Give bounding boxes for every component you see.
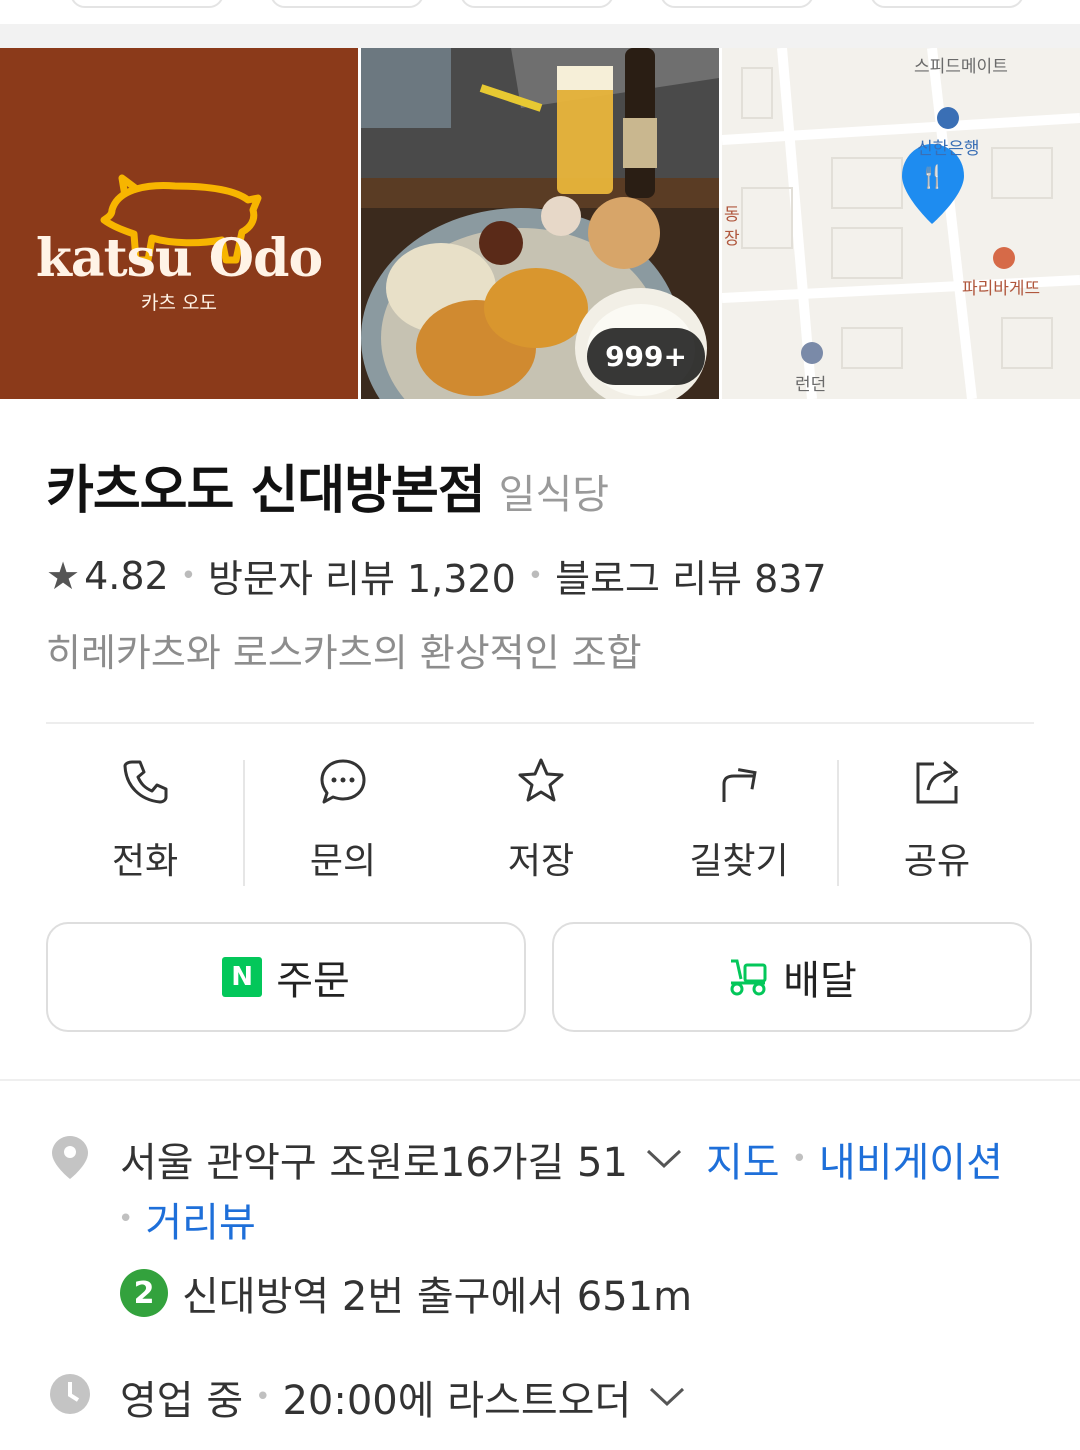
separator-dot: • — [180, 560, 197, 591]
photo-strip: katsu Odo 카츠 오도 999+ 🍴 스피드메이트 신한은행 파리바게뜨… — [0, 48, 1080, 399]
rating-row: ★ 4.82 • 방문자 리뷰 1,320 • 블로그 리뷰 837 — [46, 548, 827, 603]
directions-icon — [722, 768, 757, 802]
clock-icon — [50, 1374, 90, 1414]
blog-reviews-link[interactable]: 블로그 리뷰 837 — [555, 548, 827, 603]
top-tab-strip — [0, 0, 1080, 25]
delivery-scooter-icon — [730, 959, 767, 996]
share-label: 공유 — [903, 841, 971, 882]
share-button[interactable]: 공유 — [838, 742, 1036, 892]
logo-wordmark: katsu Odo — [35, 228, 323, 289]
food-photo[interactable]: 999+ — [361, 48, 719, 399]
map-thumbnail-image: 🍴 — [722, 48, 1080, 399]
action-bar: 전화 문의 저장 길찾기 공유 — [46, 742, 1034, 892]
inquiry-button[interactable]: 문의 — [244, 742, 442, 892]
business-status: 영업 중 — [120, 1378, 244, 1424]
map-label-bakery: 파리바게뜨 — [962, 279, 1041, 299]
place-category: 일식당 — [498, 472, 610, 518]
svg-text:🍴: 🍴 — [919, 164, 946, 190]
hours-row: 영업 중 • 20:00에 라스트오더 — [120, 1368, 685, 1426]
top-tab-pill[interactable] — [270, 0, 424, 8]
separator-dot: • — [527, 560, 544, 591]
delivery-label: 배달 — [783, 958, 857, 1004]
top-tab-pill[interactable] — [870, 0, 1024, 8]
inquiry-label: 문의 — [309, 841, 377, 882]
address-row-continued: • 거리뷰 — [118, 1190, 256, 1248]
directions-label: 길찾기 — [689, 841, 789, 882]
order-label: 주문 — [276, 958, 350, 1004]
separator-dot: • — [255, 1382, 271, 1412]
photo-count-badge[interactable]: 999+ — [587, 328, 705, 385]
place-description: 히레카츠와 로스카츠의 환상적인 조합 — [46, 631, 642, 675]
save-button[interactable]: 저장 — [442, 742, 640, 892]
chevron-down-icon[interactable] — [649, 1386, 685, 1408]
directions-button[interactable]: 길찾기 — [640, 742, 838, 892]
star-icon — [518, 758, 564, 802]
address-row: 서울 관악구 조원로16가길 51 지도 • 내비게이션 — [120, 1130, 1003, 1188]
map-label-left2: 장 — [724, 229, 740, 249]
map-link[interactable]: 지도 — [706, 1130, 780, 1188]
address-text[interactable]: 서울 관악구 조원로16가길 51 — [120, 1130, 628, 1188]
share-icon — [916, 760, 959, 804]
map-label-bank: 신한은행 — [917, 139, 980, 159]
map-thumbnail[interactable]: 🍴 스피드메이트 신한은행 파리바게뜨 런던 동 장 — [722, 48, 1080, 399]
save-label: 저장 — [507, 841, 575, 882]
separator-dot: • — [791, 1144, 807, 1174]
subway-info: 2 신대방역 2번 출구에서 651m — [120, 1264, 692, 1322]
last-order-time: 20:00에 라스트오더 — [282, 1378, 632, 1424]
order-button[interactable]: N 주문 — [46, 922, 526, 1032]
logo-photo[interactable]: katsu Odo 카츠 오도 — [0, 48, 358, 399]
star-rating-icon: ★ — [46, 553, 81, 598]
navigation-link[interactable]: 내비게이션 — [819, 1130, 1003, 1188]
chat-icon — [320, 759, 366, 804]
separator-dot: • — [118, 1204, 134, 1234]
map-label-left1: 동 — [724, 205, 740, 225]
pig-logo-icon — [100, 174, 262, 264]
naver-order-icon: N — [222, 957, 263, 997]
street-view-link[interactable]: 거리뷰 — [145, 1190, 255, 1248]
section-gap — [0, 24, 1080, 48]
divider — [46, 722, 1034, 724]
top-tab-pill[interactable] — [70, 0, 224, 8]
call-button[interactable]: 전화 — [46, 742, 244, 892]
visitor-reviews-link[interactable]: 방문자 리뷰 1,320 — [208, 548, 516, 603]
subway-line-badge: 2 — [120, 1269, 168, 1317]
call-label: 전화 — [111, 841, 179, 882]
top-tab-pill[interactable] — [460, 0, 614, 8]
rating-value: 4.82 — [84, 553, 169, 598]
logo-subtext: 카츠 오도 — [141, 292, 217, 314]
subway-text: 신대방역 2번 출구에서 651m — [182, 1274, 693, 1320]
location-pin-icon — [52, 1136, 88, 1179]
phone-icon — [123, 760, 168, 804]
chevron-down-icon[interactable] — [646, 1148, 682, 1170]
delivery-button[interactable]: 배달 — [552, 922, 1032, 1032]
map-label-speedmate: 스피드메이트 — [914, 57, 1008, 77]
place-name: 카츠오도 신대방본점 — [46, 461, 486, 521]
section-divider — [0, 1079, 1080, 1081]
map-label-london: 런던 — [795, 375, 827, 395]
top-tab-pill[interactable] — [660, 0, 814, 8]
place-title-row: 카츠오도 신대방본점 일식당 — [46, 448, 609, 523]
